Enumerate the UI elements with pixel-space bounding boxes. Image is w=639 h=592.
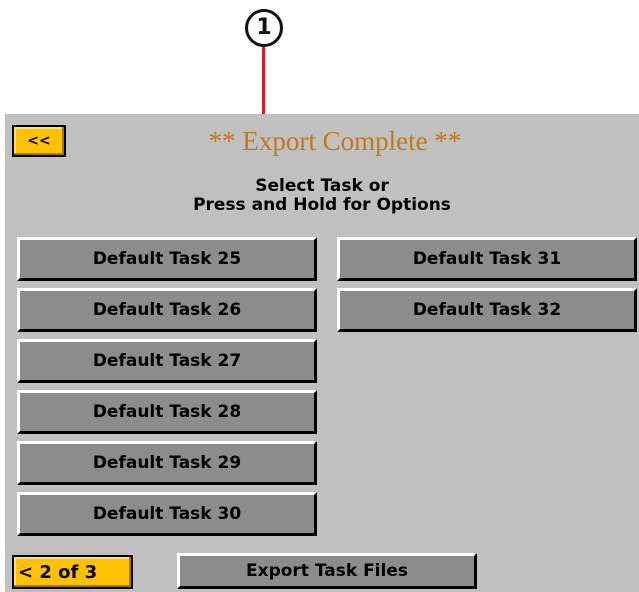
task-button[interactable]: Default Task 26: [17, 288, 317, 332]
task-button[interactable]: Default Task 27: [17, 339, 317, 383]
back-button-label: <<: [27, 133, 51, 149]
callout-marker: 1: [245, 9, 283, 47]
task-button-label: Default Task 28: [92, 402, 242, 422]
task-button[interactable]: Default Task 31: [337, 237, 637, 281]
task-button-label: Default Task 25: [92, 249, 242, 269]
task-button[interactable]: Default Task 28: [17, 390, 317, 434]
page: 1 << ** Export Complete ** Select Task o…: [0, 0, 639, 592]
export-task-files-button[interactable]: Export Task Files: [177, 553, 477, 589]
instructions-line-1: Select Task or: [255, 176, 389, 196]
instructions: Select Task or Press and Hold for Option…: [5, 177, 639, 215]
page-indicator-button[interactable]: < 2 of 3: [12, 555, 133, 589]
task-button-label: Default Task 27: [92, 351, 242, 371]
task-button-label: Default Task 32: [412, 300, 562, 320]
export-task-files-label: Export Task Files: [246, 561, 408, 581]
task-button[interactable]: Default Task 29: [17, 441, 317, 485]
task-button[interactable]: Default Task 30: [17, 492, 317, 536]
task-button-label: Default Task 26: [92, 300, 242, 320]
task-button-label: Default Task 31: [412, 249, 562, 269]
task-button-label: Default Task 29: [92, 453, 242, 473]
instructions-line-2: Press and Hold for Options: [193, 195, 451, 215]
page-indicator-label: < 2 of 3: [18, 561, 98, 583]
task-button[interactable]: Default Task 32: [337, 288, 637, 332]
task-button-label: Default Task 30: [92, 504, 242, 524]
back-button[interactable]: <<: [12, 125, 66, 157]
callout-number: 1: [256, 15, 272, 40]
screen-title: ** Export Complete **: [208, 126, 462, 156]
task-button[interactable]: Default Task 25: [17, 237, 317, 281]
device-screen: << ** Export Complete ** Select Task or …: [5, 114, 639, 592]
